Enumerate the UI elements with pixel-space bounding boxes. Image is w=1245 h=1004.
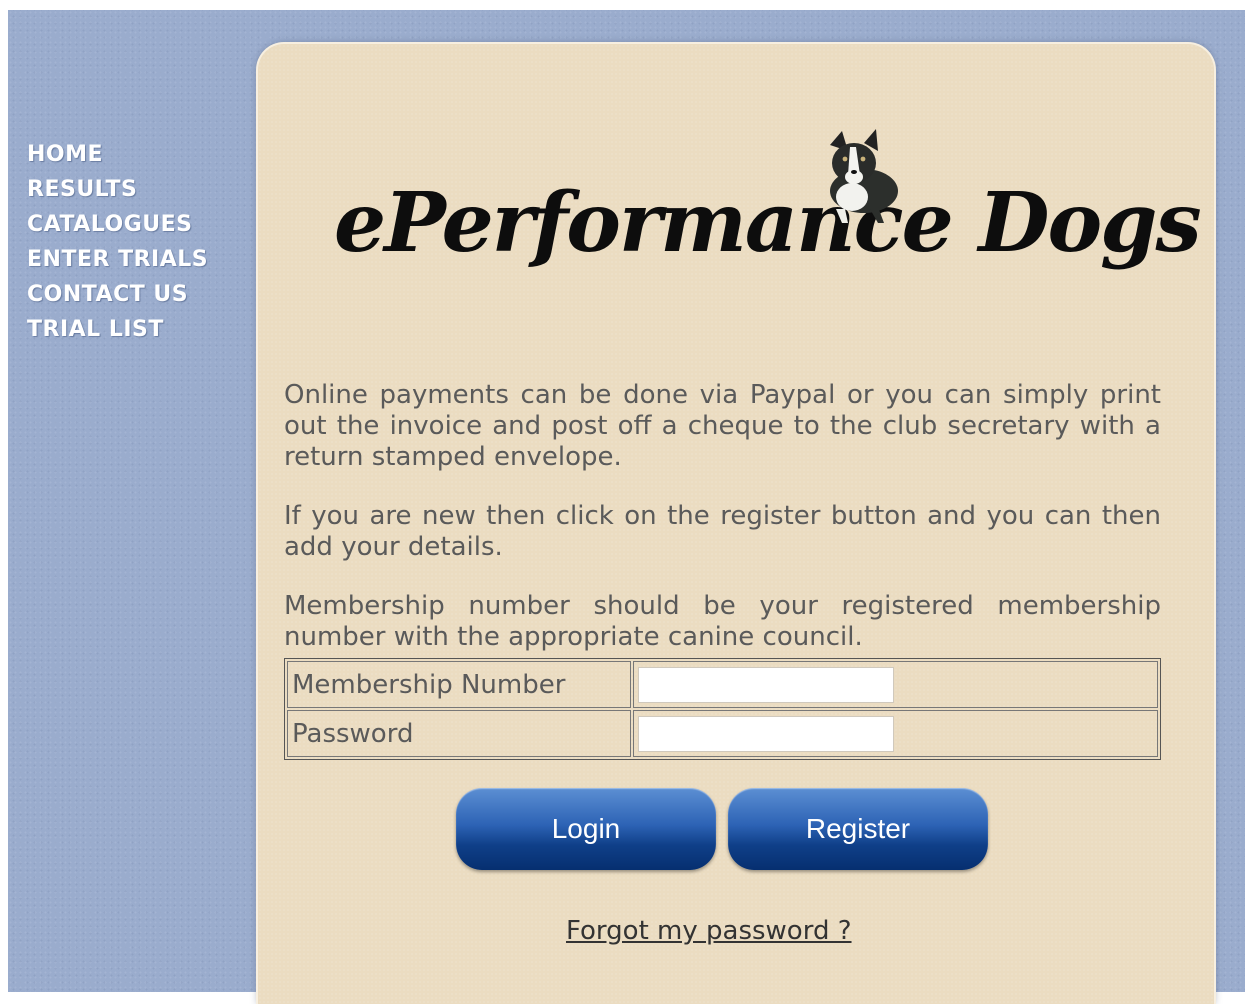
payment-info-paragraph: Online payments can be done via Paypal o… <box>284 380 1161 472</box>
password-label: Password <box>287 710 631 757</box>
nav-item-results[interactable]: RESULTS <box>27 172 247 207</box>
info-text: Online payments can be done via Paypal o… <box>284 380 1161 653</box>
dog-icon <box>830 129 898 223</box>
register-button[interactable]: Register <box>728 788 988 870</box>
membership-number-label: Membership Number <box>287 661 631 708</box>
register-info-paragraph: If you are new then click on the registe… <box>284 501 1161 562</box>
nav-item-trial-list[interactable]: TRIAL LIST <box>27 312 247 347</box>
forgot-password-link[interactable]: Forgot my password ? <box>566 916 852 946</box>
password-input[interactable] <box>638 715 894 752</box>
nav-item-enter-trials[interactable]: ENTER TRIALS <box>27 242 247 277</box>
password-row: Password <box>287 710 1158 757</box>
password-input-cell <box>633 710 1158 757</box>
site-logo: ePerformance Dogs <box>334 125 1202 305</box>
membership-input-cell <box>633 661 1158 708</box>
login-button[interactable]: Login <box>456 788 716 870</box>
nav-item-catalogues[interactable]: CATALOGUES <box>27 207 247 242</box>
nav-item-home[interactable]: HOME <box>27 137 247 172</box>
membership-info-paragraph: Membership number should be your registe… <box>284 591 1161 652</box>
left-navigation: HOME RESULTS CATALOGUES ENTER TRIALS CON… <box>27 137 247 347</box>
login-form: Membership Number Password <box>284 658 1161 760</box>
membership-row: Membership Number <box>287 661 1158 708</box>
membership-number-input[interactable] <box>638 666 894 703</box>
nav-item-contact-us[interactable]: CONTACT US <box>27 277 247 312</box>
logo-text: ePerformance Dogs <box>334 175 1202 271</box>
